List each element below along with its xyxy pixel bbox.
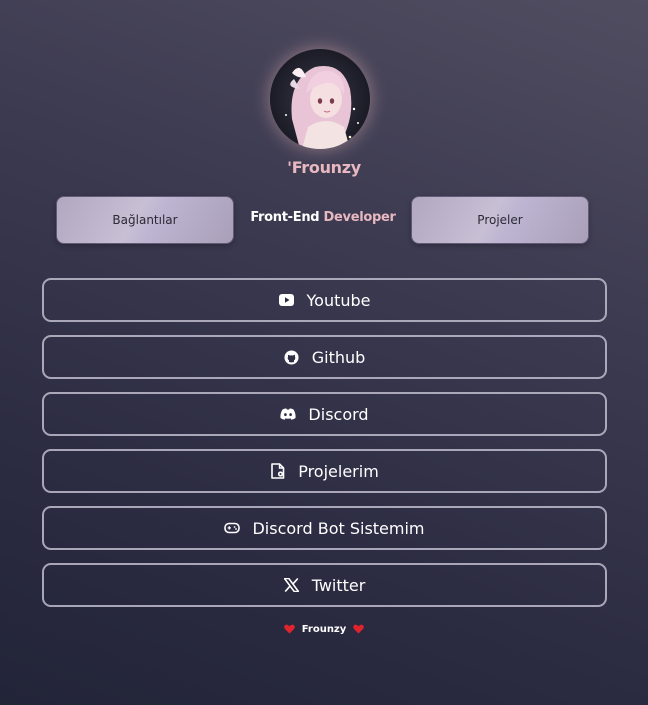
link-list: Youtube Github Discord Projelerim Discor…	[42, 278, 607, 620]
youtube-icon	[279, 292, 295, 308]
x-icon	[284, 577, 300, 593]
gamepad-icon	[224, 520, 241, 536]
footer-name: Frounzy	[301, 624, 347, 635]
discord-link-button[interactable]: Discord	[42, 392, 607, 436]
github-link-button[interactable]: Github	[42, 335, 607, 379]
link-label: Github	[311, 347, 366, 367]
projelerim-link-button[interactable]: Projelerim	[42, 449, 607, 493]
discord-icon	[280, 406, 297, 422]
link-label: Youtube	[306, 290, 371, 310]
username: 'Frounzy	[287, 158, 361, 177]
role-title: Front-End Developer	[235, 210, 411, 225]
heart-icon	[283, 624, 295, 635]
role-title-first: Front-End	[250, 210, 320, 225]
footer: Frounzy	[0, 624, 648, 635]
role-title-second: Developer	[323, 210, 396, 225]
youtube-link-button[interactable]: Youtube	[42, 278, 607, 322]
link-label: Twitter	[311, 575, 366, 595]
file-icon	[270, 463, 286, 479]
link-label: Discord	[308, 404, 369, 424]
discord-bot-link-button[interactable]: Discord Bot Sistemim	[42, 506, 607, 550]
github-icon	[284, 349, 300, 365]
heart-icon	[353, 624, 365, 635]
links-tab-button[interactable]: Bağlantılar	[56, 196, 234, 244]
projects-tab-button[interactable]: Projeler	[411, 196, 589, 244]
anime-girl-avatar-icon	[270, 49, 370, 149]
avatar	[270, 49, 370, 149]
link-label: Projelerim	[298, 461, 379, 481]
link-label: Discord Bot Sistemim	[252, 518, 425, 538]
twitter-link-button[interactable]: Twitter	[42, 563, 607, 607]
